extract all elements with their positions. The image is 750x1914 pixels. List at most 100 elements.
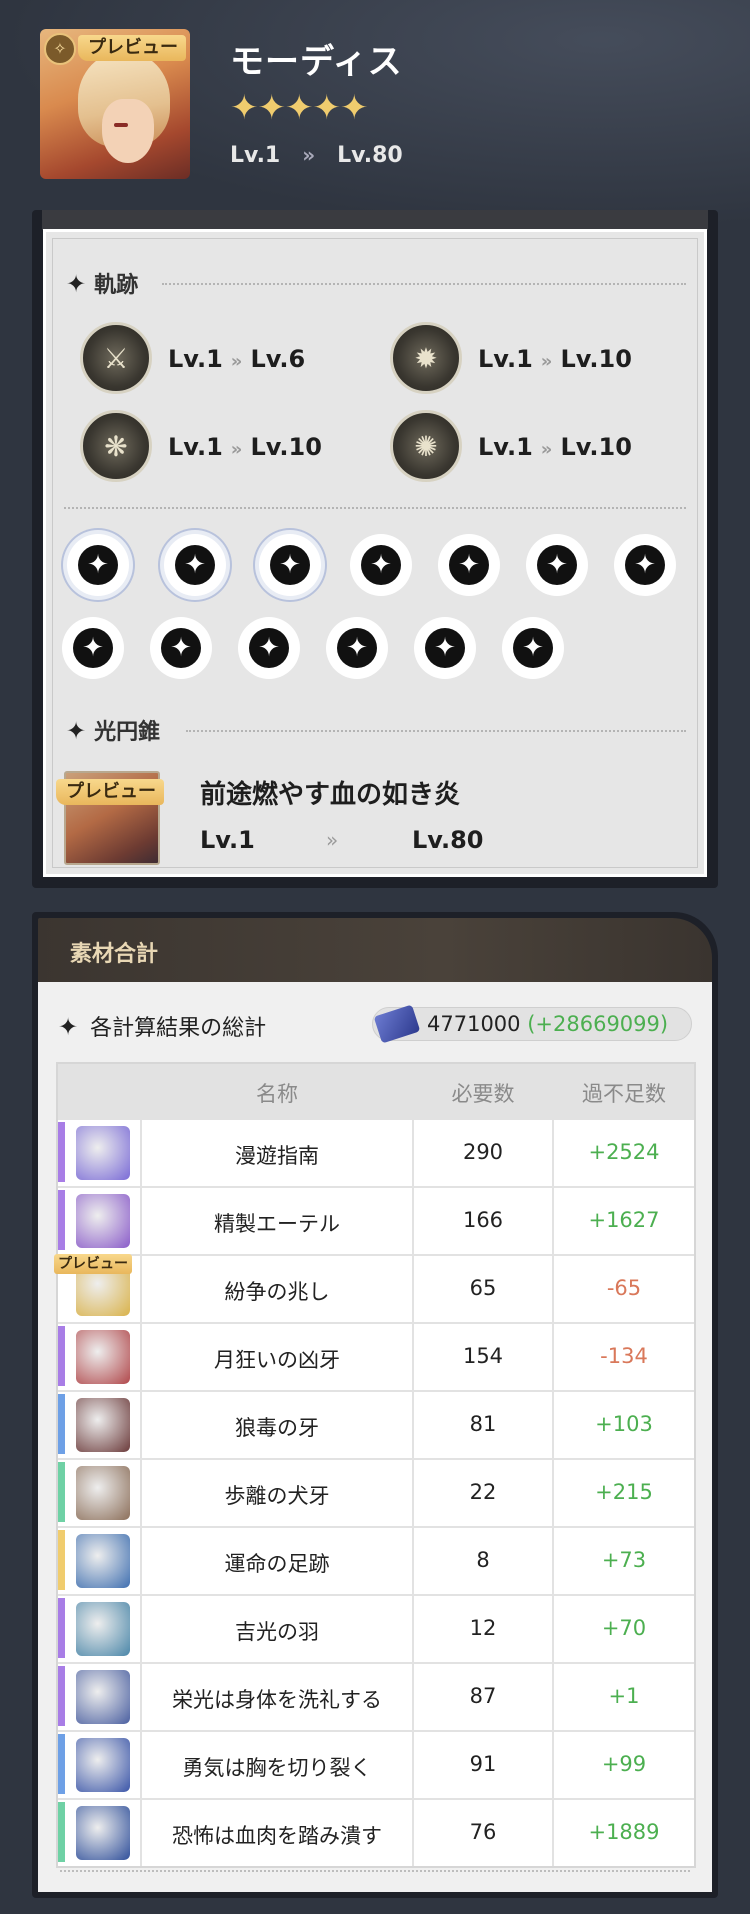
material-required: 22 xyxy=(469,1480,497,1504)
rarity-bar xyxy=(58,1190,65,1250)
material-icon xyxy=(76,1126,130,1180)
trace-level-range: Lv.1» Lv.10 xyxy=(478,433,632,461)
trace-level-range: Lv.1» Lv.6 xyxy=(168,345,306,373)
stat-trace-node[interactable]: ✦ xyxy=(614,534,676,596)
attack-up-icon: ✦ xyxy=(249,628,289,668)
material-required: 166 xyxy=(462,1208,504,1232)
divider xyxy=(186,730,686,732)
preview-tag: プレビュー xyxy=(54,1254,132,1274)
material-difference: +1 xyxy=(608,1684,640,1708)
panel-top-bar xyxy=(42,210,708,230)
table-row[interactable]: 精製エーテル 166 +1627 xyxy=(58,1186,694,1254)
attack-trace-icon[interactable]: ⚔ xyxy=(80,322,152,394)
trace-level-range: Lv.1» Lv.10 xyxy=(478,345,632,373)
stat-trace-node[interactable]: ✦ xyxy=(326,617,388,679)
skill-trace-icon[interactable]: ✹ xyxy=(390,322,462,394)
material-difference: +1889 xyxy=(588,1820,660,1844)
rarity-bar xyxy=(58,1530,65,1590)
divider xyxy=(64,507,686,509)
stat-trace-node[interactable]: ✦ xyxy=(150,617,212,679)
light-cone-level-from: Lv.1 xyxy=(200,826,255,854)
summary-title: ✦ 各計算結果の総計 xyxy=(58,1013,267,1041)
rarity-bar xyxy=(58,1462,65,1522)
credits-value: 4771000 xyxy=(427,1012,521,1036)
stat-trace-node[interactable]: ✦ xyxy=(502,617,564,679)
credits-badge: 4771000 (+28669099) xyxy=(372,1004,692,1044)
minor-trace-node[interactable]: ✦ xyxy=(164,534,226,596)
table-row[interactable]: 恐怖は血肉を踏み潰す 76 +1889 xyxy=(58,1798,694,1866)
material-name: 紛争の兆し xyxy=(224,1280,330,1304)
ultimate-trace-icon[interactable]: ❋ xyxy=(80,410,152,482)
stat-trace-node[interactable]: ✦ xyxy=(438,534,500,596)
table-row[interactable]: プレビュー紛争の兆し 65 -65 xyxy=(54,1254,694,1322)
attack-up-icon: ✦ xyxy=(625,545,665,585)
character-level-range: Lv.1 » Lv.80 xyxy=(230,143,403,168)
stat-trace-node[interactable]: ✦ xyxy=(526,534,588,596)
rarity-stars: ✦✦✦✦✦ xyxy=(230,88,368,128)
material-name: 歩離の犬牙 xyxy=(224,1484,330,1508)
table-row[interactable]: 勇気は胸を切り裂く 91 +99 xyxy=(58,1730,694,1798)
material-name: 恐怖は血肉を踏み潰す xyxy=(172,1824,382,1848)
table-row[interactable]: 漫遊指南 290 +2524 xyxy=(58,1118,694,1186)
material-required: 8 xyxy=(476,1548,490,1572)
attack-up-icon: ✦ xyxy=(361,545,401,585)
material-difference: +99 xyxy=(601,1752,647,1776)
material-required: 65 xyxy=(469,1276,497,1300)
credit-icon xyxy=(373,1004,421,1044)
character-header: ✧ プレビュー モーディス ✦✦✦✦✦ Lv.1 » Lv.80 xyxy=(0,0,750,210)
material-icon xyxy=(76,1602,130,1656)
arrow-icon: » xyxy=(540,439,553,460)
material-icon xyxy=(76,1738,130,1792)
table-row[interactable]: 吉光の羽 12 +70 xyxy=(58,1594,694,1662)
attack-up-icon: ✦ xyxy=(425,628,465,668)
materials-body: ✦ 各計算結果の総計 4771000 (+28669099) 名称 必要数 過不足… xyxy=(38,982,712,1892)
diamond-icon: ✦ xyxy=(66,270,87,298)
material-difference: +73 xyxy=(601,1548,647,1572)
diamond-icon: ✦ xyxy=(66,717,87,745)
table-row[interactable]: 栄光は身体を洗礼する 87 +1 xyxy=(58,1662,694,1730)
rarity-bar xyxy=(58,1734,65,1794)
materials-title: 素材合計 xyxy=(70,942,159,967)
material-required: 91 xyxy=(469,1752,497,1776)
footer-divider xyxy=(60,1870,690,1872)
arrow-icon: » xyxy=(540,351,553,372)
material-icon xyxy=(76,1466,130,1520)
minor-trace-node[interactable]: ✦ xyxy=(259,534,321,596)
arrow-icon: » xyxy=(230,439,243,460)
level-to: Lv.80 xyxy=(337,143,403,168)
material-name: 月狂いの凶牙 xyxy=(214,1348,340,1372)
arrow-icon: » xyxy=(230,351,243,372)
attack-up-icon: ✦ xyxy=(337,628,377,668)
diamond-icon: ✦ xyxy=(58,1013,79,1041)
star-compass-icon: ✦ xyxy=(270,545,310,585)
table-row[interactable]: 歩離の犬牙 22 +215 xyxy=(58,1458,694,1526)
preview-tag: プレビュー xyxy=(78,35,186,61)
material-required: 290 xyxy=(462,1140,504,1164)
material-required: 12 xyxy=(469,1616,497,1640)
rarity-bar xyxy=(58,1326,65,1386)
arrow-icon: » xyxy=(326,828,339,852)
table-row[interactable]: 運命の足跡 8 +73 xyxy=(58,1526,694,1594)
table-row[interactable]: 狼毒の牙 81 +103 xyxy=(58,1390,694,1458)
star-compass-icon: ✦ xyxy=(78,545,118,585)
rarity-bar xyxy=(58,1394,65,1454)
rarity-bar xyxy=(58,1666,65,1726)
credits-diff: (+28669099) xyxy=(527,1012,669,1036)
stat-trace-node[interactable]: ✦ xyxy=(238,617,300,679)
talent-trace-icon[interactable]: ✺ xyxy=(390,410,462,482)
stat-trace-node[interactable]: ✦ xyxy=(414,617,476,679)
table-row[interactable]: 月狂いの凶牙 154 -134 xyxy=(58,1322,694,1390)
table-header: 名称 必要数 過不足数 xyxy=(58,1064,694,1118)
material-name: 精製エーテル xyxy=(214,1212,340,1236)
material-icon xyxy=(76,1670,130,1724)
material-difference: +1627 xyxy=(588,1208,660,1232)
attack-up-icon: ✦ xyxy=(513,628,553,668)
stat-trace-node[interactable]: ✦ xyxy=(350,534,412,596)
stat-trace-node[interactable]: ✦ xyxy=(62,617,124,679)
attack-up-icon: ✦ xyxy=(161,628,201,668)
minor-trace-node[interactable]: ✦ xyxy=(67,534,129,596)
light-cone-level-to: Lv.80 xyxy=(412,826,484,854)
material-difference: -65 xyxy=(606,1276,642,1300)
material-difference: +103 xyxy=(595,1412,653,1436)
light-cone-section-title: ✦ 光円錐 xyxy=(66,717,161,745)
